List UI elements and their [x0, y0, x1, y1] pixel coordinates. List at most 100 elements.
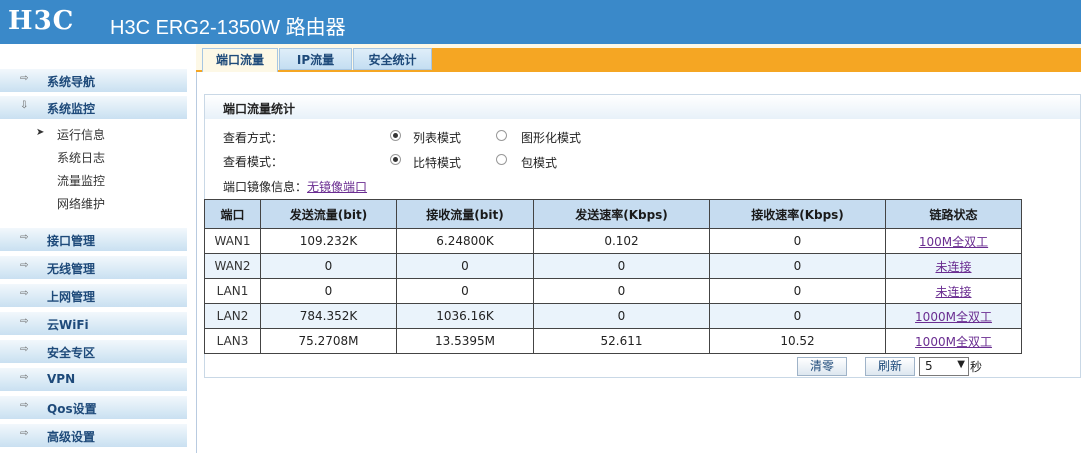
cell-rx-rate: 0	[709, 278, 886, 304]
link-status-link[interactable]: 未连接	[935, 285, 971, 299]
mirror-info: 端口镜像信息：无镜像端口	[223, 178, 367, 195]
cell-link-status: 1000M全双工	[885, 303, 1022, 329]
cell-port: LAN1	[204, 278, 261, 304]
sidebar-item-label: 云WiFi	[47, 318, 89, 332]
sidebar-item-label: 高级设置	[47, 430, 96, 444]
chevron-right-icon: ⇨	[20, 232, 29, 243]
panel-header: 端口流量统计	[205, 95, 1080, 119]
column-header-tx-rate: 发送速率(Kbps)	[533, 199, 710, 229]
radio-graphic-mode-label: 图形化模式	[521, 131, 582, 145]
cell-link-status: 未连接	[885, 278, 1022, 304]
cell-rx: 6.24800K	[396, 228, 534, 254]
sidebar-item-security[interactable]: ⇨ 安全专区	[0, 340, 187, 363]
sidebar-subitem-run-info[interactable]: 运行信息	[57, 126, 105, 143]
cell-tx-rate: 52.611	[533, 328, 710, 354]
cell-tx-rate: 0	[533, 303, 710, 329]
tab-security-stats[interactable]: 安全统计	[353, 48, 432, 70]
table-row: LAN3 75.2708M 13.5395M 52.611 10.52 1000…	[204, 328, 1022, 354]
cell-tx: 0	[260, 253, 397, 279]
sidebar-item-label: Qos设置	[47, 402, 97, 416]
chevron-right-icon: ⇨	[20, 316, 29, 327]
cell-tx-rate: 0	[533, 278, 710, 304]
link-status-link[interactable]: 100M全双工	[919, 235, 988, 249]
cell-rx-rate: 0	[709, 228, 886, 254]
sidebar-subitem-system-log[interactable]: 系统日志	[57, 149, 105, 166]
sidebar-item-vpn[interactable]: ⇨ VPN	[0, 368, 187, 391]
tab-port-traffic[interactable]: 端口流量	[202, 48, 278, 72]
column-header-rx-rate: 接收速率(Kbps)	[709, 199, 886, 229]
cell-rx: 0	[396, 253, 534, 279]
chevron-right-icon: ⇨	[20, 260, 29, 271]
link-status-link[interactable]: 1000M全双工	[915, 335, 992, 349]
chevron-right-icon: ➤	[36, 127, 45, 138]
cell-port: LAN2	[204, 303, 261, 329]
cell-port: WAN2	[204, 253, 261, 279]
cell-rx: 1036.16K	[396, 303, 534, 329]
cell-link-status: 未连接	[885, 253, 1022, 279]
table-header-row: 端口 发送流量(bit) 接收流量(bit) 发送速率(Kbps) 接收速率(K…	[204, 199, 1022, 229]
sidebar-item-advanced[interactable]: ⇨ 高级设置	[0, 424, 187, 447]
interval-unit-label: 秒	[970, 360, 983, 374]
sidebar-item-label: 上网管理	[47, 290, 96, 304]
radio-list-mode-label: 列表模式	[413, 131, 462, 145]
column-header-link-status: 链路状态	[885, 199, 1022, 229]
cell-rx-rate: 0	[709, 253, 886, 279]
mirror-info-label: 端口镜像信息：	[223, 180, 308, 194]
radio-bit-mode-label: 比特模式	[413, 156, 462, 170]
table-row: WAN2 0 0 0 0 未连接	[204, 253, 1022, 279]
cell-tx: 109.232K	[260, 228, 397, 254]
sidebar-item-wireless[interactable]: ⇨ 无线管理	[0, 256, 187, 279]
cell-rx-rate: 10.52	[709, 328, 886, 354]
sidebar-item-system-nav[interactable]: ⇨ 系统导航	[0, 69, 187, 92]
cell-port: LAN3	[204, 328, 261, 354]
chevron-right-icon: ⇨	[20, 428, 29, 439]
logo: H3C	[8, 6, 75, 36]
radio-packet-mode[interactable]	[496, 154, 507, 165]
sidebar-item-internet[interactable]: ⇨ 上网管理	[0, 284, 187, 307]
dropdown-arrow-icon: ▼	[957, 359, 965, 370]
tab-ip-traffic[interactable]: IP流量	[279, 48, 352, 70]
sidebar-subitem-network-maintenance[interactable]: 网络维护	[57, 195, 105, 212]
refresh-button[interactable]: 刷新	[865, 357, 915, 376]
sidebar-item-label: 安全专区	[47, 346, 96, 360]
column-header-port: 端口	[204, 199, 261, 229]
radio-graphic-mode[interactable]	[496, 130, 507, 141]
chevron-right-icon: ⇨	[20, 73, 29, 84]
page-title: H3C ERG2-1350W 路由器	[110, 17, 346, 39]
sidebar-item-interface[interactable]: ⇨ 接口管理	[0, 228, 187, 251]
cell-rx: 13.5395M	[396, 328, 534, 354]
view-mode-label: 查看模式：	[223, 155, 284, 169]
chevron-right-icon: ⇨	[20, 288, 29, 299]
refresh-interval-select[interactable]: 5 ▼	[919, 357, 969, 376]
link-status-link[interactable]: 1000M全双工	[915, 310, 992, 324]
view-method-label: 查看方式：	[223, 131, 284, 145]
sidebar-item-label: 系统导航	[47, 75, 96, 89]
cell-port: WAN1	[204, 228, 261, 254]
sidebar: ⇨ 系统导航 ⇩ 系统监控 ➤ 运行信息 系统日志 流量监控 网络维护 ⇨ 接口…	[0, 44, 197, 453]
sidebar-item-cloud-wifi[interactable]: ⇨ 云WiFi	[0, 312, 187, 335]
column-header-rx: 接收流量(bit)	[396, 199, 534, 229]
mirror-port-link[interactable]: 无镜像端口	[307, 180, 367, 194]
cell-tx: 0	[260, 278, 397, 304]
table-row: WAN1 109.232K 6.24800K 0.102 0 100M全双工	[204, 228, 1022, 254]
cell-tx: 784.352K	[260, 303, 397, 329]
header-bar: H3C H3C ERG2-1350W 路由器	[0, 0, 1081, 44]
tab-bar-accent	[432, 48, 1081, 70]
sidebar-item-qos[interactable]: ⇨ Qos设置	[0, 396, 187, 419]
chevron-down-icon: ⇩	[20, 100, 29, 111]
radio-bit-mode[interactable]	[390, 154, 401, 165]
clear-button[interactable]: 清零	[797, 357, 847, 376]
link-status-link[interactable]: 未连接	[935, 260, 971, 274]
sidebar-subitem-traffic-monitor[interactable]: 流量监控	[57, 172, 105, 189]
chevron-right-icon: ⇨	[20, 344, 29, 355]
sidebar-item-label: 无线管理	[47, 262, 96, 276]
sidebar-item-system-monitor[interactable]: ⇩ 系统监控	[0, 96, 187, 119]
sidebar-item-label: 系统监控	[47, 102, 96, 116]
chevron-right-icon: ⇨	[20, 372, 29, 383]
cell-tx-rate: 0	[533, 253, 710, 279]
column-header-tx: 发送流量(bit)	[260, 199, 397, 229]
sidebar-item-label: 接口管理	[47, 234, 96, 248]
chevron-right-icon: ⇨	[20, 400, 29, 411]
radio-list-mode[interactable]	[390, 130, 401, 141]
radio-packet-mode-label: 包模式	[521, 156, 558, 170]
